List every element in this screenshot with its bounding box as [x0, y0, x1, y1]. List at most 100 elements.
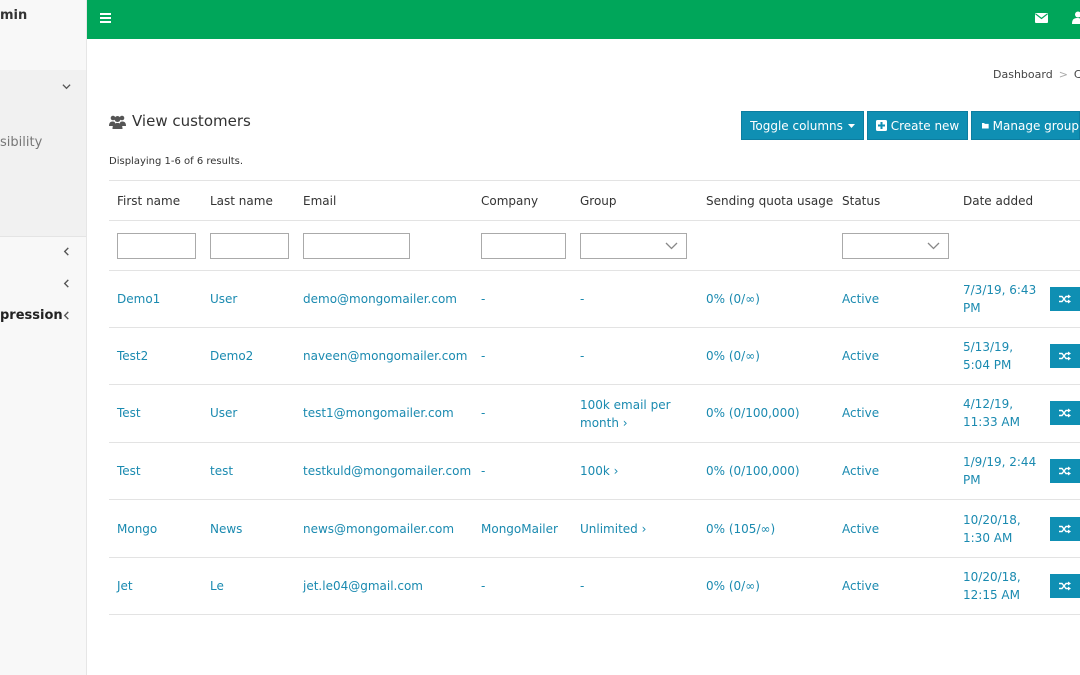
cell-date-added[interactable]: 10/20/18, 1:30 AM [963, 511, 1021, 547]
cell-first-name[interactable]: Test2 [117, 347, 148, 365]
cell-date-added[interactable]: 4/12/19, 11:33 AM [963, 395, 1020, 431]
folder-icon [982, 123, 989, 129]
date-line-2: 5:04 PM [963, 358, 1012, 372]
manage-groups-label: Manage group [992, 118, 1079, 133]
cell-company[interactable]: - [481, 577, 485, 595]
cell-email[interactable]: naveen@mongomailer.com [303, 347, 467, 365]
cell-group[interactable]: - [580, 290, 584, 308]
cell-company[interactable]: - [481, 404, 485, 422]
cell-email[interactable]: demo@mongomailer.com [303, 290, 457, 308]
cell-quota[interactable]: 0% (0/∞) [706, 290, 760, 308]
toggle-columns-button[interactable]: Toggle columns [741, 111, 864, 140]
random-icon [1059, 294, 1071, 304]
cell-date-added[interactable]: 10/20/18, 12:15 AM [963, 568, 1021, 604]
column-header-date-added[interactable]: Date added [963, 194, 1033, 208]
cell-first-name[interactable]: Test [117, 462, 141, 480]
column-header-email[interactable]: Email [303, 194, 336, 208]
date-line-2: PM [963, 301, 981, 315]
chevron-left-icon[interactable] [62, 247, 71, 256]
cell-date-added[interactable]: 7/3/19, 6:43 PM [963, 281, 1036, 317]
cell-group[interactable]: Unlimited › [580, 520, 646, 538]
page-title: View customers [132, 112, 251, 130]
cell-status[interactable]: Active [842, 577, 879, 595]
hamburger-icon[interactable] [100, 13, 111, 23]
table-row-divider [109, 442, 1080, 443]
results-summary: Displaying 1-6 of 6 results. [109, 156, 244, 167]
switch-user-button[interactable] [1050, 287, 1080, 311]
column-header-status[interactable]: Status [842, 194, 880, 208]
cell-quota[interactable]: 0% (0/100,000) [706, 462, 800, 480]
cell-group[interactable]: 100k › [580, 462, 618, 480]
cell-first-name[interactable]: Jet [117, 577, 133, 595]
cell-quota[interactable]: 0% (0/100,000) [706, 404, 800, 422]
users-icon [109, 115, 126, 129]
user-icon[interactable] [1072, 11, 1080, 24]
cell-last-name[interactable]: News [210, 520, 242, 538]
cell-last-name[interactable]: test [210, 462, 233, 480]
cell-email[interactable]: test1@mongomailer.com [303, 404, 454, 422]
cell-quota[interactable]: 0% (105/∞) [706, 520, 775, 538]
switch-user-button[interactable] [1050, 401, 1080, 425]
filter-first-name-input[interactable] [117, 233, 196, 259]
cell-last-name[interactable]: User [210, 290, 237, 308]
cell-group[interactable]: - [580, 347, 584, 365]
switch-user-button[interactable] [1050, 517, 1080, 541]
column-header-company[interactable]: Company [481, 194, 538, 208]
cell-last-name[interactable]: Demo2 [210, 347, 253, 365]
date-line-1: 10/20/18, [963, 570, 1021, 584]
cell-date-added[interactable]: 5/13/19, 5:04 PM [963, 338, 1013, 374]
date-line-1: 1/9/19, 2:44 [963, 455, 1037, 469]
cell-first-name[interactable]: Demo1 [117, 290, 160, 308]
cell-company[interactable]: - [481, 347, 485, 365]
breadcrumb-home[interactable]: Dashboard [993, 68, 1053, 81]
cell-company[interactable]: - [481, 290, 485, 308]
filter-email-input[interactable] [303, 233, 410, 259]
cell-company[interactable]: - [481, 462, 485, 480]
date-line-2: 11:33 AM [963, 415, 1020, 429]
date-line-1: 4/12/19, [963, 397, 1014, 411]
cell-status[interactable]: Active [842, 520, 879, 538]
column-header-group[interactable]: Group [580, 194, 617, 208]
cell-group[interactable]: - [580, 577, 584, 595]
chevron-left-icon[interactable] [62, 279, 71, 288]
cell-status[interactable]: Active [842, 347, 879, 365]
cell-email[interactable]: jet.le04@gmail.com [303, 577, 423, 595]
filter-status-select[interactable] [842, 233, 949, 259]
column-header-sending-quota[interactable]: Sending quota usage [706, 194, 833, 208]
create-new-button[interactable]: Create new [867, 111, 968, 140]
cell-first-name[interactable]: Test [117, 404, 141, 422]
cell-status[interactable]: Active [842, 290, 879, 308]
cell-email[interactable]: testkuld@mongomailer.com [303, 462, 471, 480]
envelope-icon[interactable] [1035, 13, 1048, 23]
filter-company-input[interactable] [481, 233, 566, 259]
cell-last-name[interactable]: User [210, 404, 237, 422]
cell-email[interactable]: news@mongomailer.com [303, 520, 454, 538]
date-line-1: 5/13/19, [963, 340, 1014, 354]
cell-first-name[interactable]: Mongo [117, 520, 157, 538]
manage-groups-button[interactable]: Manage group [971, 111, 1080, 140]
cell-quota[interactable]: 0% (0/∞) [706, 347, 760, 365]
cell-group[interactable]: 100k email per month › [580, 396, 692, 432]
switch-user-button[interactable] [1050, 574, 1080, 598]
filter-last-name-input[interactable] [210, 233, 289, 259]
column-header-last-name[interactable]: Last name [210, 194, 273, 208]
cell-quota[interactable]: 0% (0/∞) [706, 577, 760, 595]
table-row-divider [109, 557, 1080, 558]
sidebar-item-suppression[interactable]: pression [0, 308, 63, 323]
switch-user-button[interactable] [1050, 344, 1080, 368]
column-header-first-name[interactable]: First name [117, 194, 180, 208]
cell-company[interactable]: MongoMailer [481, 520, 558, 538]
chevron-down-icon[interactable] [62, 82, 71, 91]
filter-group-select[interactable] [580, 233, 687, 259]
switch-user-button[interactable] [1050, 459, 1080, 483]
cell-date-added[interactable]: 1/9/19, 2:44 PM [963, 453, 1036, 489]
page-title-wrap: View customers [109, 111, 251, 131]
sidebar-brand: min [0, 8, 28, 23]
toggle-columns-label: Toggle columns [750, 118, 843, 133]
cell-last-name[interactable]: Le [210, 577, 224, 595]
cell-status[interactable]: Active [842, 462, 879, 480]
top-navbar [87, 0, 1080, 39]
cell-status[interactable]: Active [842, 404, 879, 422]
sidebar-item-accessibility[interactable]: sibility [0, 135, 42, 150]
chevron-left-icon[interactable] [62, 311, 71, 320]
